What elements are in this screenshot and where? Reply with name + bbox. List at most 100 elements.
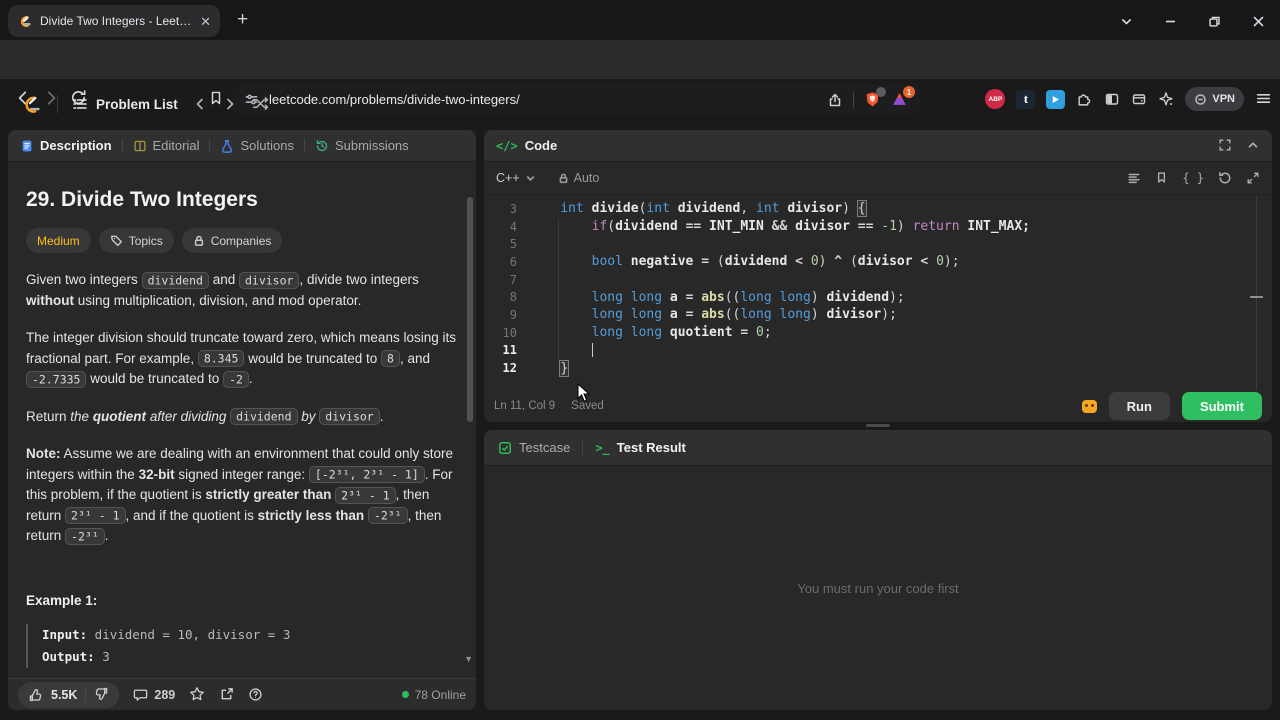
tab-test-result[interactable]: >_ Test Result bbox=[595, 440, 686, 455]
close-tab-icon[interactable]: ✕ bbox=[200, 15, 211, 28]
problem-paragraph: Note: Assume we are dealing with an envi… bbox=[26, 446, 453, 545]
comments-button[interactable]: 289 bbox=[133, 687, 175, 702]
editor-status-bar: Ln 11, Col 9 Saved Run Submit bbox=[484, 390, 1272, 422]
tab-title: Divide Two Integers - LeetCode bbox=[40, 14, 193, 28]
debugger-icon[interactable] bbox=[1081, 399, 1097, 413]
leetcode-favicon bbox=[17, 14, 32, 29]
language-selector[interactable]: C++ bbox=[496, 171, 536, 185]
code-editor[interactable]: 3 int divide(int dividend, int divisor) … bbox=[484, 196, 1272, 390]
share-problem-icon[interactable] bbox=[219, 686, 234, 704]
code-icon: </> bbox=[496, 138, 518, 153]
cursor-position: Ln 11, Col 9 bbox=[494, 400, 556, 412]
code-line[interactable]: 12 } bbox=[484, 359, 1272, 377]
comment-icon bbox=[133, 687, 148, 702]
code-line[interactable]: 10 long long quotient = 0; bbox=[484, 324, 1272, 342]
browser-tab[interactable]: Divide Two Integers - LeetCode ✕ bbox=[8, 5, 220, 37]
tab-search-icon[interactable] bbox=[1104, 12, 1148, 28]
submit-button[interactable]: Submit bbox=[1181, 392, 1262, 420]
format-code-icon[interactable] bbox=[1127, 169, 1141, 187]
panel-resize-handle[interactable] bbox=[866, 424, 890, 427]
braces-icon[interactable]: { } bbox=[1182, 171, 1204, 185]
thumbs-down-icon[interactable] bbox=[94, 687, 109, 702]
new-tab-button[interactable]: + bbox=[237, 9, 248, 31]
problem-paragraph: The integer division should truncate tow… bbox=[26, 330, 456, 388]
window-controls bbox=[1104, 0, 1280, 40]
autocomplete-label: Auto bbox=[573, 171, 600, 185]
tab-description[interactable]: Description bbox=[20, 138, 112, 153]
leetcode-header: Problem List bbox=[0, 83, 1280, 203]
next-problem-button[interactable] bbox=[222, 95, 238, 113]
problem-paragraph: Given two integers dividend and divisor,… bbox=[26, 271, 419, 308]
problem-list-button[interactable]: Problem List bbox=[72, 96, 178, 112]
divider bbox=[121, 138, 123, 153]
help-icon[interactable] bbox=[248, 686, 263, 704]
overview-ruler-marker bbox=[1250, 296, 1263, 298]
browser-window: Divide Two Integers - LeetCode ✕ + leetc… bbox=[0, 0, 1280, 720]
topics-badge[interactable]: Topics bbox=[98, 228, 174, 253]
random-problem-icon[interactable] bbox=[252, 95, 269, 113]
example-line: Input: dividend = 10, divisor = 3 bbox=[42, 626, 291, 642]
leetcode-logo[interactable] bbox=[18, 92, 43, 117]
empty-result-message: You must run your code first bbox=[797, 580, 959, 596]
divider bbox=[303, 138, 305, 153]
close-window-button[interactable] bbox=[1236, 12, 1280, 28]
difficulty-badge[interactable]: Medium bbox=[26, 228, 91, 253]
code-line[interactable]: 9 long long a = abs((long long) divisor)… bbox=[484, 306, 1272, 324]
divider bbox=[85, 687, 87, 702]
problem-paragraphs: Given two integers dividend and divisor,… bbox=[26, 270, 458, 547]
autocomplete-toggle[interactable]: Auto bbox=[558, 171, 600, 185]
text-caret bbox=[591, 343, 594, 358]
tab-testcase[interactable]: Testcase bbox=[498, 440, 570, 455]
code-panel: </> Code C++ Auto {} 3 int divide(int d… bbox=[484, 130, 1272, 422]
code-line[interactable]: 8 long long a = abs((long long) dividend… bbox=[484, 288, 1272, 306]
description-footer: 5.5K 289 78 Online bbox=[8, 678, 476, 710]
example-heading: Example 1: bbox=[26, 592, 98, 608]
divider bbox=[582, 440, 584, 455]
example-block: Input: dividend = 10, divisor = 3 Output:… bbox=[26, 623, 458, 668]
comment-count: 289 bbox=[154, 687, 176, 702]
problem-paragraph: Return the quotient after dividing divid… bbox=[26, 408, 384, 425]
lock-icon bbox=[558, 173, 569, 184]
test-result-body: You must run your code first bbox=[484, 466, 1272, 710]
badge-row: Medium Topics Companies bbox=[26, 228, 458, 253]
scrollbar-thumb[interactable] bbox=[467, 197, 473, 422]
companies-badge[interactable]: Companies bbox=[181, 228, 283, 253]
bookmark-code-icon[interactable] bbox=[1155, 169, 1168, 187]
maximize-panel-icon[interactable] bbox=[1218, 137, 1232, 155]
example-line: Output: 3 bbox=[42, 648, 110, 664]
problem-title: 29. Divide Two Integers bbox=[26, 188, 258, 211]
code-line[interactable]: 6 bool negative = (dividend < 0) ^ (divi… bbox=[484, 253, 1272, 271]
prev-problem-button[interactable] bbox=[192, 95, 208, 113]
problem-list-label: Problem List bbox=[96, 96, 178, 112]
problem-description: 29. Divide Two Integers Medium Topics Co… bbox=[8, 162, 476, 678]
minimize-button[interactable] bbox=[1148, 12, 1192, 28]
list-icon bbox=[72, 96, 88, 112]
tab-editorial[interactable]: Editorial bbox=[133, 138, 199, 153]
code-lines: 3 int divide(int dividend, int divisor) … bbox=[484, 200, 1272, 377]
expand-editor-icon[interactable] bbox=[1246, 169, 1260, 187]
favorite-star-icon[interactable] bbox=[189, 686, 205, 704]
reset-code-icon[interactable] bbox=[1218, 169, 1232, 187]
code-line[interactable]: 3 int divide(int dividend, int divisor) … bbox=[484, 200, 1272, 218]
restore-button[interactable] bbox=[1192, 12, 1236, 28]
online-dot bbox=[401, 691, 409, 698]
collapse-panel-icon[interactable] bbox=[1246, 137, 1260, 155]
code-line[interactable]: 11 bbox=[484, 342, 1272, 360]
tab-solutions[interactable]: Solutions bbox=[220, 138, 294, 153]
scroll-down-icon[interactable]: ▼ bbox=[464, 654, 473, 664]
vote-group: 5.5K bbox=[18, 681, 120, 708]
thumbs-up-icon[interactable] bbox=[28, 687, 43, 702]
browser-tab-strip: Divide Two Integers - LeetCode ✕ + bbox=[0, 0, 1280, 40]
run-button[interactable]: Run bbox=[1108, 392, 1170, 420]
code-line[interactable]: 5 bbox=[484, 235, 1272, 253]
check-square-icon bbox=[498, 441, 512, 455]
history-icon bbox=[315, 139, 329, 153]
online-count: 78 Online bbox=[401, 688, 466, 702]
code-line[interactable]: 7 bbox=[484, 271, 1272, 289]
code-panel-title: Code bbox=[524, 138, 558, 153]
tab-submissions[interactable]: Submissions bbox=[315, 138, 409, 153]
mouse-cursor bbox=[577, 383, 591, 402]
tag-icon bbox=[110, 234, 123, 247]
indent-guide bbox=[558, 218, 559, 360]
code-line[interactable]: 4 if(dividend == INT_MIN && divisor == -… bbox=[484, 218, 1272, 236]
